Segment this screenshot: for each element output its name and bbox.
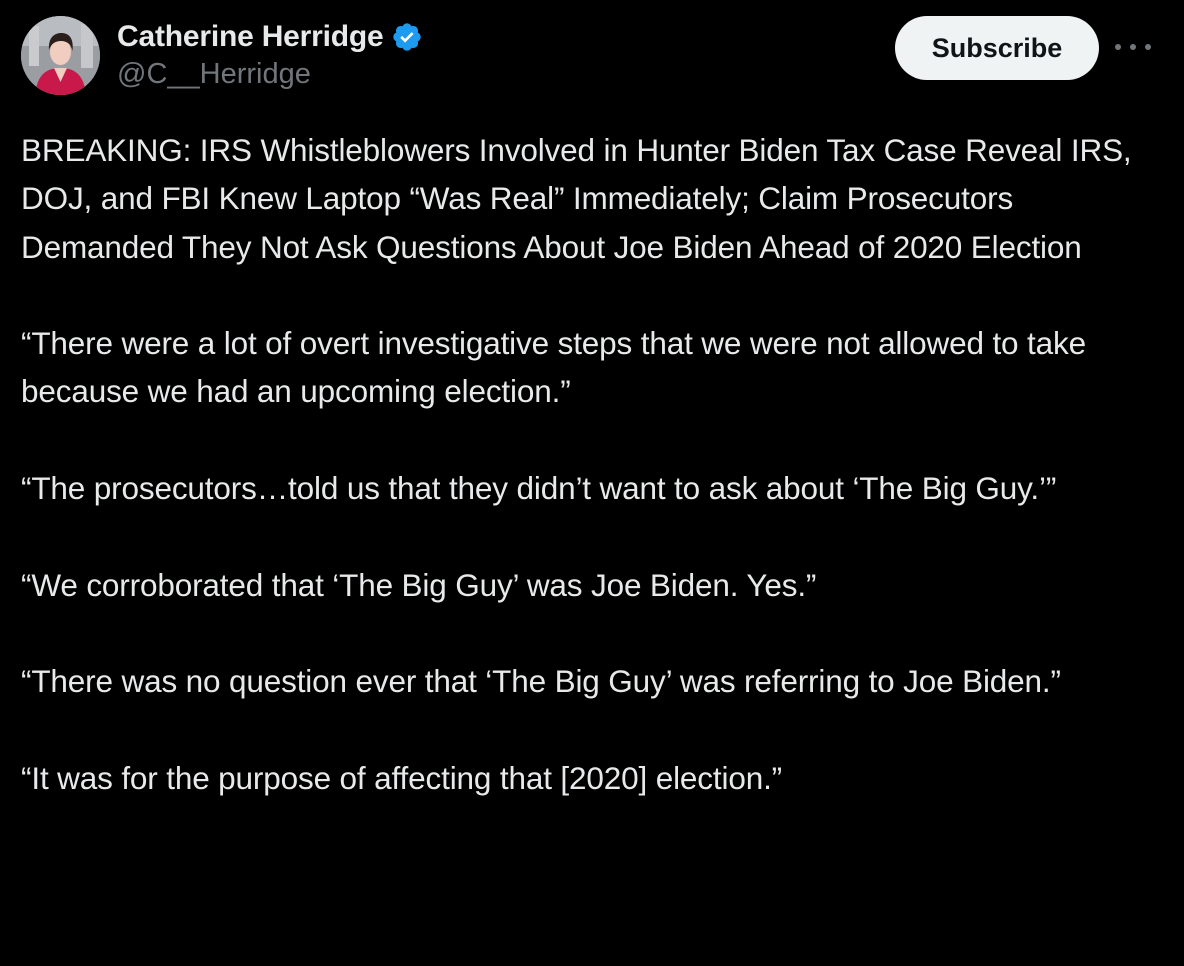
tweet-text: BREAKING: IRS Whistleblowers Involved in… — [21, 126, 1171, 802]
tweet-paragraph-quote: “We corroborated that ‘The Big Guy’ was … — [21, 566, 817, 603]
tweet-paragraph-quote: “It was for the purpose of affecting tha… — [21, 759, 783, 796]
subscribe-button[interactable]: Subscribe — [895, 16, 1099, 80]
more-dot — [1145, 44, 1151, 50]
tweet-paragraph-quote: “There were a lot of overt investigative… — [21, 325, 1095, 410]
more-dot — [1115, 44, 1121, 50]
avatar-photo — [21, 16, 100, 95]
tweet-paragraph-quote: “The prosecutors…told us that they didn’… — [21, 470, 1057, 507]
tweet-paragraph-headline: BREAKING: IRS Whistleblowers Involved in… — [21, 132, 1141, 265]
more-options-icon[interactable] — [1115, 35, 1151, 59]
tweet-paragraph-quote: “There was no question ever that ‘The Bi… — [21, 663, 1061, 700]
author-display-name[interactable]: Catherine Herridge — [117, 20, 384, 54]
author-name-row: Catherine Herridge — [117, 18, 423, 56]
author-handle[interactable]: @C__Herridge — [117, 58, 311, 91]
verified-badge-icon — [391, 21, 423, 53]
more-dot — [1130, 44, 1136, 50]
tweet-card: Catherine Herridge @C__Herridge Subscrib… — [0, 0, 1184, 966]
avatar[interactable] — [21, 16, 100, 95]
